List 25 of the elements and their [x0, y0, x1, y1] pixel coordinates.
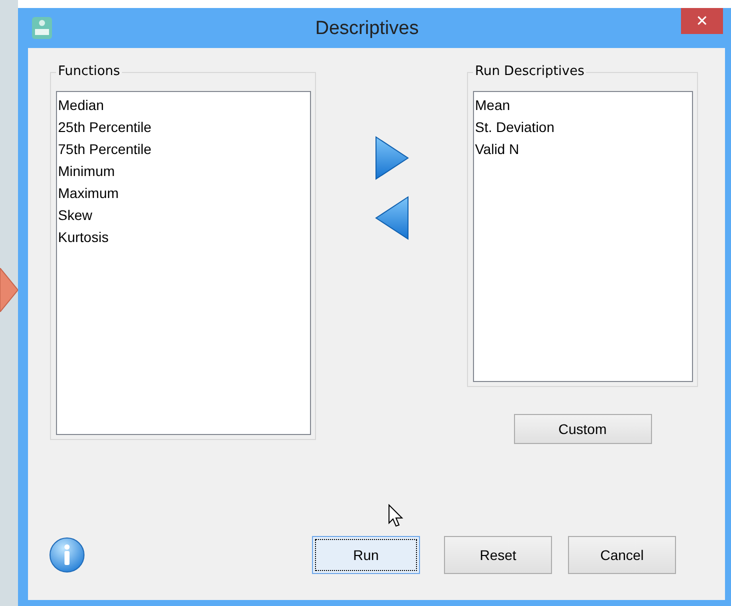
dialog-button[interactable]: Reset [444, 536, 552, 574]
mouse-cursor-icon [388, 504, 404, 528]
list-item[interactable]: Minimum [58, 160, 309, 182]
info-icon[interactable] [48, 536, 86, 574]
dialog-button[interactable]: Cancel [568, 536, 676, 574]
arrow-shape-icon [0, 268, 18, 312]
app-logo-icon [31, 16, 53, 40]
move-left-button[interactable] [374, 195, 410, 241]
list-item[interactable]: Skew [58, 204, 309, 226]
list-item[interactable]: Maximum [58, 182, 309, 204]
custom-button[interactable]: Custom [514, 414, 652, 444]
list-item[interactable]: 75th Percentile [58, 138, 309, 160]
close-button[interactable]: ✕ [681, 8, 723, 34]
window-title: Descriptives [314, 17, 420, 40]
list-item[interactable]: St. Deviation [475, 116, 691, 138]
list-item[interactable]: 25th Percentile [58, 116, 309, 138]
list-item[interactable]: Kurtosis [58, 226, 309, 248]
list-item[interactable]: Valid N [475, 138, 691, 160]
move-right-button[interactable] [374, 135, 410, 181]
list-item[interactable]: Mean [475, 94, 691, 116]
functions-list[interactable]: Median 25th Percentile 75th Percentile Minimum Maximum Skew Kurtosis [56, 91, 311, 435]
dialog-button[interactable]: Run [312, 536, 420, 574]
list-item[interactable]: Median [58, 94, 309, 116]
run-descriptives-list[interactable]: Mean St. Deviation Valid N [473, 91, 693, 382]
group-title: Run Descriptives [473, 64, 586, 79]
